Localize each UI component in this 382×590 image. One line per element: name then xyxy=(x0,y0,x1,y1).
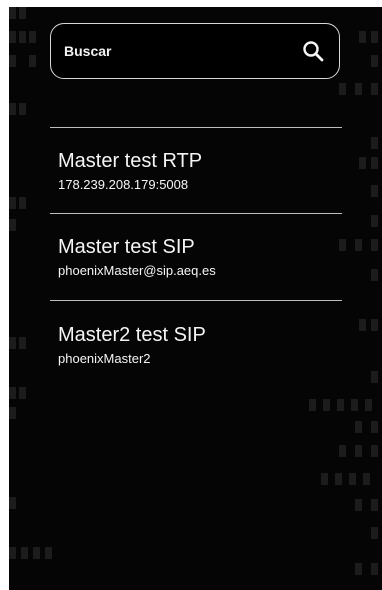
search-bar[interactable]: Buscar xyxy=(50,23,340,79)
search-icon[interactable] xyxy=(301,39,325,63)
contact-item[interactable]: Master test SIP phoenixMaster@sip.aeq.es xyxy=(58,235,342,310)
contact-name: Master test RTP xyxy=(58,150,203,172)
divider xyxy=(50,300,342,301)
divider xyxy=(50,127,342,128)
contact-address: phoenixMaster2 xyxy=(58,351,151,366)
app-screen: Buscar Master test RTP 178.239.208.179:5… xyxy=(9,7,382,590)
contact-name: Master test SIP xyxy=(58,236,195,258)
divider xyxy=(50,213,342,214)
contact-item[interactable]: Master2 test SIP phoenixMaster2 xyxy=(58,323,342,398)
contact-name: Master2 test SIP xyxy=(58,324,206,346)
contact-address: 178.239.208.179:5008 xyxy=(58,177,189,192)
contact-address: phoenixMaster@sip.aeq.es xyxy=(58,263,216,278)
search-input[interactable]: Buscar xyxy=(64,43,111,59)
